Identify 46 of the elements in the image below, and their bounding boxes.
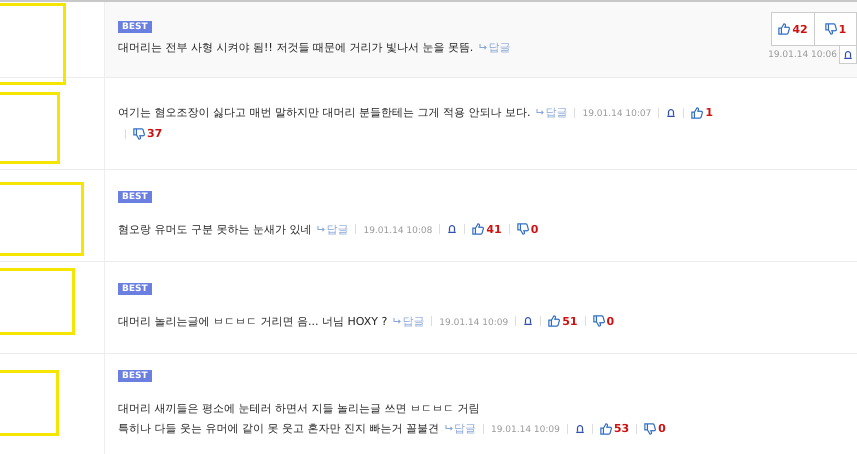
thumbs-up-icon xyxy=(548,315,560,328)
dislike-button[interactable]: 0 xyxy=(516,220,538,240)
best-badge: BEST xyxy=(118,190,152,202)
dislike-button[interactable]: 37 xyxy=(133,124,162,144)
bell-icon xyxy=(574,424,585,434)
bell-icon xyxy=(523,316,534,326)
like-button[interactable]: 41 xyxy=(472,220,502,240)
comment-time: 19.01.14 10:09 xyxy=(490,425,560,435)
comment-text: 대머리 놀리는글에 ㅂㄷㅂㄷ 거리면 음... 너님 HOXY ? xyxy=(118,314,388,328)
comment-time: 19.01.14 10:09 xyxy=(439,318,508,328)
reply-arrow-icon xyxy=(317,226,326,233)
thumbs-down-icon xyxy=(592,315,604,328)
dislike-button[interactable]: 0 xyxy=(644,419,666,439)
reply-arrow-icon xyxy=(536,109,546,116)
bell-icon xyxy=(666,108,676,118)
comment-text: 혐오랑 유머도 구분 못하는 눈새가 있네 xyxy=(118,222,312,236)
like-button[interactable]: 1 xyxy=(691,103,714,123)
comment-time: 19.01.14 10:06 xyxy=(768,50,837,60)
like-button[interactable]: 51 xyxy=(548,312,578,332)
best-badge: BEST xyxy=(118,282,152,294)
thumbs-up-icon xyxy=(600,422,612,435)
comment-time: 19.01.14 10:07 xyxy=(582,109,652,119)
comment-text: 대머리 새끼들은 평소에 눈테러 하면서 지들 놀리는글 쓰면 ㅂㄷㅂㄷ 거림 xyxy=(118,401,480,417)
comment-time: 19.01.14 10:08 xyxy=(363,226,432,236)
thumbs-up-icon xyxy=(778,23,790,36)
bell-icon xyxy=(447,224,458,234)
comment-text: 대머리는 전부 사형 시켜야 됨!! 저것들 때문에 거리가 빛나서 눈을 못뜸. xyxy=(118,41,474,54)
reply-arrow-icon xyxy=(444,425,454,432)
thumbs-down-icon xyxy=(516,223,529,236)
reply-arrow-icon xyxy=(479,44,488,52)
report-button[interactable] xyxy=(839,46,857,64)
thumbs-down-icon xyxy=(824,23,837,36)
thumbs-up-icon xyxy=(691,106,704,119)
thumbs-down-icon xyxy=(644,422,656,435)
bell-icon xyxy=(843,50,853,60)
thumbs-down-icon xyxy=(133,128,145,140)
dislike-button[interactable]: 0 xyxy=(592,312,614,332)
best-badge: BEST xyxy=(118,21,152,33)
best-badge: BEST xyxy=(118,370,152,382)
reply-arrow-icon xyxy=(393,318,402,325)
comment-text: 여기는 혐오조장이 싫다고 매번 말하지만 대머리 분들한테는 그게 적용 안되나 보다. xyxy=(118,106,530,119)
thumbs-up-icon xyxy=(472,223,484,236)
comment-text: 특히나 다들 웃는 유머에 같이 못 웃고 혼자만 진지 빠는거 꼴불견 xyxy=(118,422,439,435)
highlight-frame xyxy=(0,370,59,436)
like-button[interactable]: 53 xyxy=(600,419,630,439)
highlight-frame xyxy=(0,92,60,164)
